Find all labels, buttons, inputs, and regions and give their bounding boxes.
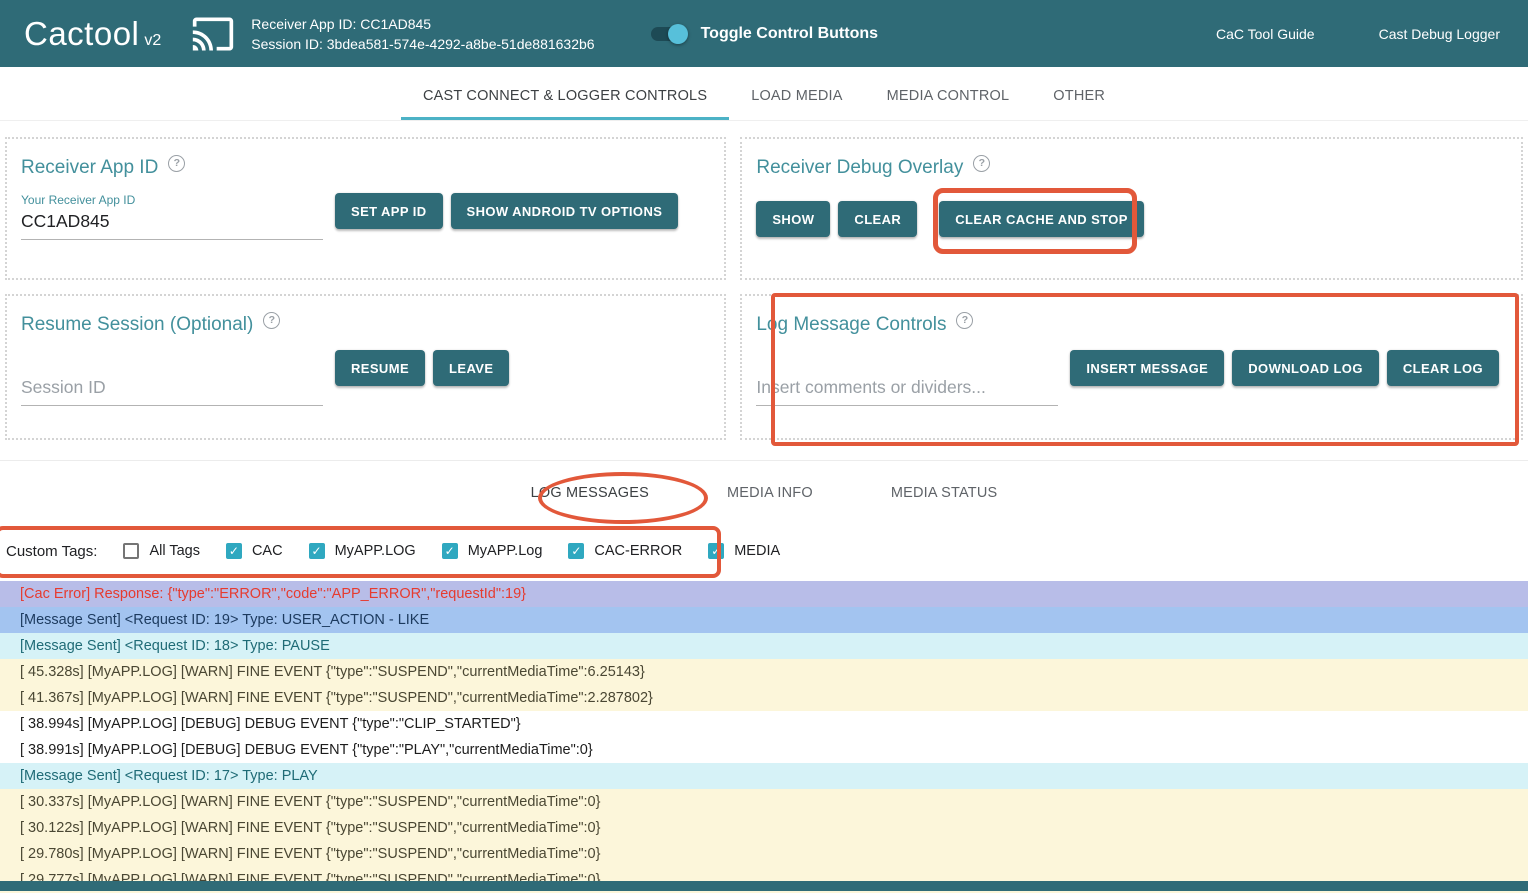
- log-comment-input[interactable]: [756, 374, 1058, 406]
- card-title-text: Receiver App ID: [21, 157, 158, 179]
- clear-cache-and-stop-button[interactable]: CLEAR CACHE AND STOP: [939, 201, 1144, 237]
- help-icon[interactable]: [973, 155, 990, 172]
- clear-log-button[interactable]: CLEAR LOG: [1387, 350, 1499, 386]
- tag-label: All Tags: [149, 543, 200, 559]
- resume-session-body: RESUME LEAVE: [21, 350, 710, 406]
- tag-all-tags[interactable]: All Tags: [123, 543, 200, 559]
- session-id-line: Session ID: 3bdea581-574e-4292-a8be-51de…: [251, 34, 594, 54]
- toggle-label: Toggle Control Buttons: [701, 25, 878, 43]
- cactool-page: Cactool v2 Receiver App ID: CC1AD845 Ses…: [0, 0, 1528, 893]
- log-row: [ 30.337s] [MyAPP.LOG] [WARN] FINE EVENT…: [0, 789, 1528, 815]
- log-message-controls-card: Log Message Controls INSERT MESSAGE DOWN…: [740, 294, 1523, 440]
- resume-button[interactable]: RESUME: [335, 350, 425, 386]
- log-message-controls-body: INSERT MESSAGE DOWNLOAD LOG CLEAR LOG: [756, 350, 1507, 406]
- footer-bar: [0, 881, 1528, 891]
- receiver-app-id-input-label: Your Receiver App ID: [21, 193, 323, 207]
- log-row: [Message Sent] <Request ID: 19> Type: US…: [0, 607, 1528, 633]
- download-log-button[interactable]: DOWNLOAD LOG: [1232, 350, 1379, 386]
- tag-label: MyAPP.Log: [468, 543, 543, 559]
- receiver-app-id-field: Your Receiver App ID: [21, 193, 323, 240]
- log-row: [ 41.367s] [MyAPP.LOG] [WARN] FINE EVENT…: [0, 685, 1528, 711]
- cac-tool-guide-link[interactable]: CaC Tool Guide: [1216, 26, 1315, 42]
- tag-label: MyAPP.LOG: [335, 543, 416, 559]
- log-row: [Message Sent] <Request ID: 18> Type: PA…: [0, 633, 1528, 659]
- tab-load-media[interactable]: LOAD MEDIA: [729, 75, 864, 120]
- tab-log-messages[interactable]: LOG MESSAGES: [517, 485, 663, 501]
- card-title-text: Log Message Controls: [756, 314, 946, 336]
- session-info: Receiver App ID: CC1AD845 Session ID: 3b…: [251, 14, 594, 54]
- receiver-debug-overlay-card: Receiver Debug Overlay SHOW CLEAR CLEAR …: [740, 137, 1523, 280]
- receiver-debug-overlay-body: SHOW CLEAR CLEAR CACHE AND STOP: [756, 201, 1507, 237]
- resume-session-title: Resume Session (Optional): [21, 314, 710, 336]
- tag-myapp-log-upper[interactable]: MyAPP.LOG: [309, 543, 416, 559]
- log-row: [ 45.328s] [MyAPP.LOG] [WARN] FINE EVENT…: [0, 659, 1528, 685]
- tab-cast-connect-logger-controls[interactable]: CAST CONNECT & LOGGER CONTROLS: [401, 75, 729, 120]
- receiver-app-id-input[interactable]: [21, 208, 323, 240]
- tag-media[interactable]: MEDIA: [708, 543, 780, 559]
- log-comment-field: [756, 374, 1058, 406]
- app-title: Cactool: [24, 15, 139, 53]
- set-app-id-button[interactable]: SET APP ID: [335, 193, 443, 229]
- resume-session-card: Resume Session (Optional) RESUME LEAVE: [5, 294, 726, 440]
- tag-label: CAC: [252, 543, 283, 559]
- checkbox-icon[interactable]: [708, 543, 724, 559]
- receiver-app-id-title: Receiver App ID: [21, 157, 710, 179]
- control-buttons-toggle[interactable]: [651, 27, 685, 41]
- app-version: v2: [144, 32, 161, 50]
- session-id-input[interactable]: [21, 374, 323, 406]
- show-android-tv-options-button[interactable]: SHOW ANDROID TV OPTIONS: [451, 193, 679, 229]
- tag-label: CAC-ERROR: [594, 543, 682, 559]
- session-id-field: [21, 374, 323, 406]
- receiver-app-id-line: Receiver App ID: CC1AD845: [251, 14, 594, 34]
- log-row: [ 29.780s] [MyAPP.LOG] [WARN] FINE EVENT…: [0, 841, 1528, 867]
- card-title-text: Receiver Debug Overlay: [756, 157, 963, 179]
- custom-tags-label: Custom Tags:: [6, 543, 97, 560]
- help-icon[interactable]: [263, 312, 280, 329]
- card-title-text: Resume Session (Optional): [21, 314, 253, 336]
- log-row: [ 38.994s] [MyAPP.LOG] [DEBUG] DEBUG EVE…: [0, 711, 1528, 737]
- header-links: CaC Tool Guide Cast Debug Logger: [1216, 26, 1500, 42]
- cast-debug-logger-link[interactable]: Cast Debug Logger: [1379, 26, 1500, 42]
- receiver-app-id-card: Receiver App ID Your Receiver App ID SET…: [5, 137, 726, 280]
- app-header: Cactool v2 Receiver App ID: CC1AD845 Ses…: [0, 0, 1528, 67]
- toggle-thumb: [668, 24, 688, 44]
- checkbox-icon[interactable]: [442, 543, 458, 559]
- checkbox-icon[interactable]: [309, 543, 325, 559]
- log-message-controls-title: Log Message Controls: [756, 314, 1507, 336]
- log-row: [Message Sent] <Request ID: 17> Type: PL…: [0, 763, 1528, 789]
- log-tab-bar: LOG MESSAGES MEDIA INFO MEDIA STATUS: [0, 460, 1528, 525]
- tag-myapp-log-mixed[interactable]: MyAPP.Log: [442, 543, 543, 559]
- leave-button[interactable]: LEAVE: [433, 350, 509, 386]
- log-row: [ 38.991s] [MyAPP.LOG] [DEBUG] DEBUG EVE…: [0, 737, 1528, 763]
- control-buttons-toggle-wrap: Toggle Control Buttons: [651, 25, 878, 43]
- app-logo: Cactool v2: [24, 15, 161, 53]
- tab-other[interactable]: OTHER: [1031, 75, 1127, 120]
- main-tab-bar: CAST CONNECT & LOGGER CONTROLS LOAD MEDI…: [0, 75, 1528, 121]
- checkbox-icon[interactable]: [123, 543, 139, 559]
- log-message-list: [Cac Error] Response: {"type":"ERROR","c…: [0, 581, 1528, 893]
- log-row: [Cac Error] Response: {"type":"ERROR","c…: [0, 581, 1528, 607]
- show-overlay-button[interactable]: SHOW: [756, 201, 830, 237]
- custom-tags-bar: Custom Tags: All Tags CAC MyAPP.LOG MyAP…: [0, 525, 1528, 577]
- tag-cac[interactable]: CAC: [226, 543, 283, 559]
- checkbox-icon[interactable]: [568, 543, 584, 559]
- cast-icon: [191, 12, 235, 56]
- tab-media-control[interactable]: MEDIA CONTROL: [865, 75, 1032, 120]
- receiver-debug-overlay-title: Receiver Debug Overlay: [756, 157, 1507, 179]
- tag-label: MEDIA: [734, 543, 780, 559]
- help-icon[interactable]: [168, 155, 185, 172]
- insert-message-button[interactable]: INSERT MESSAGE: [1070, 350, 1224, 386]
- control-cards: Receiver App ID Your Receiver App ID SET…: [0, 137, 1528, 440]
- receiver-app-id-body: Your Receiver App ID SET APP ID SHOW AND…: [21, 193, 710, 240]
- help-icon[interactable]: [956, 312, 973, 329]
- tab-media-status[interactable]: MEDIA STATUS: [877, 485, 1012, 501]
- checkbox-icon[interactable]: [226, 543, 242, 559]
- tab-media-info[interactable]: MEDIA INFO: [713, 485, 827, 501]
- tag-cac-error[interactable]: CAC-ERROR: [568, 543, 682, 559]
- clear-overlay-button[interactable]: CLEAR: [838, 201, 917, 237]
- log-row: [ 30.122s] [MyAPP.LOG] [WARN] FINE EVENT…: [0, 815, 1528, 841]
